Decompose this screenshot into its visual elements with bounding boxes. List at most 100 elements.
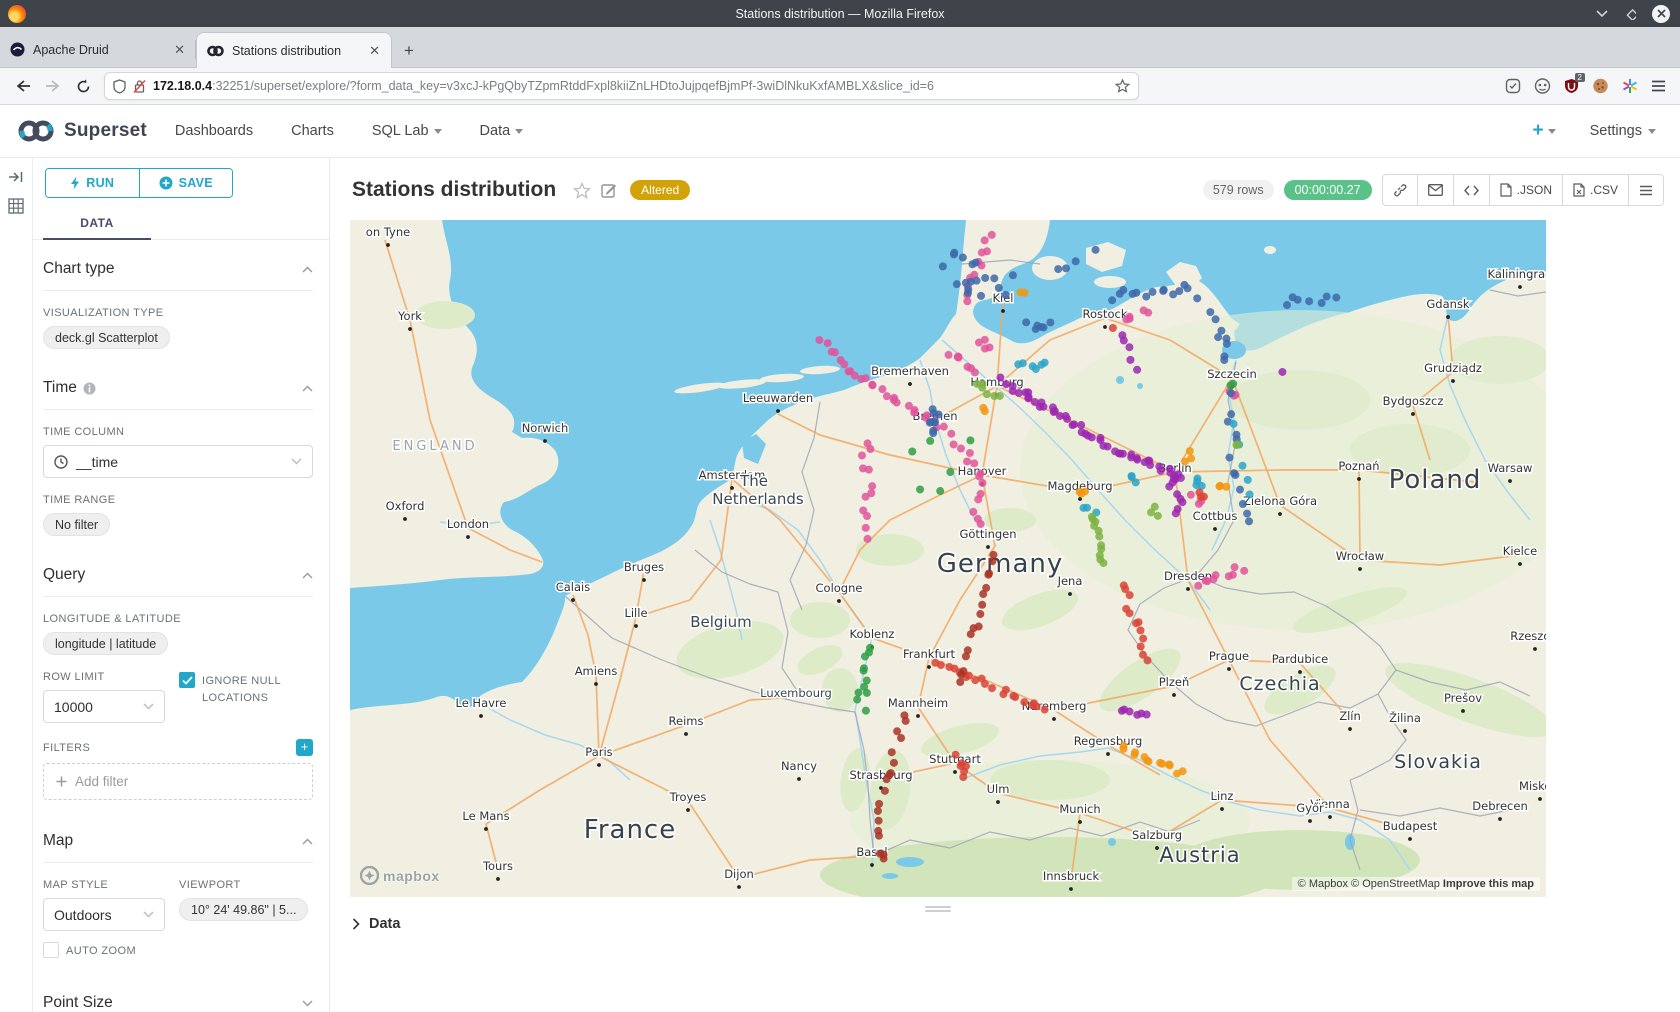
- window-titlebar: Stations distribution — Mozilla Firefox: [0, 0, 1680, 27]
- back-button[interactable]: [8, 72, 38, 100]
- svg-text:Zielona Góra: Zielona Góra: [1243, 494, 1317, 508]
- export-csv-button[interactable]: .CSV: [1562, 175, 1628, 205]
- menu-icon[interactable]: [1651, 80, 1666, 92]
- chevron-down-icon: [291, 458, 302, 465]
- more-options-icon[interactable]: [1628, 175, 1663, 205]
- time-column-select[interactable]: __time: [43, 445, 313, 478]
- embed-code-button[interactable]: [1453, 175, 1489, 205]
- chevron-down-icon: [1548, 129, 1556, 134]
- improve-map-link[interactable]: Improve this map: [1443, 878, 1534, 890]
- druid-favicon: [10, 42, 25, 57]
- svg-text:Le Havre: Le Havre: [456, 696, 507, 710]
- svg-text:Rostock: Rostock: [1082, 307, 1127, 321]
- section-query[interactable]: Query: [43, 546, 313, 597]
- row-limit-select[interactable]: 10000: [43, 690, 165, 723]
- tab-close-icon[interactable]: ✕: [366, 43, 383, 59]
- superset-infinity-icon: [16, 118, 56, 144]
- nav-sql-lab[interactable]: SQL Lab: [372, 123, 442, 139]
- map-attribution[interactable]: © Mapbox © OpenStreetMap Improve this ma…: [1292, 877, 1540, 891]
- tab-data[interactable]: DATA: [43, 208, 151, 230]
- add-new-button[interactable]: +: [1532, 120, 1555, 142]
- svg-text:Le Mans: Le Mans: [462, 809, 509, 823]
- svg-text:ENGLAND: ENGLAND: [392, 439, 477, 454]
- svg-text:Miskolc: Miskolc: [1519, 779, 1546, 793]
- superset-logo[interactable]: Superset: [16, 118, 147, 144]
- add-filter-input[interactable]: Add filter: [43, 763, 313, 800]
- viewport-value[interactable]: 10° 24' 49.86" | 5...: [179, 898, 308, 921]
- deckgl-map[interactable]: on TyneYorkNorwichOxfordLondonLe HavreLe…: [350, 220, 1546, 897]
- section-chart-type[interactable]: Chart type: [43, 240, 313, 291]
- svg-text:Austria: Austria: [1159, 843, 1240, 867]
- section-point-size[interactable]: Point Size: [43, 974, 313, 1012]
- altered-badge[interactable]: Altered: [630, 180, 690, 200]
- svg-text:Gdansk: Gdansk: [1426, 297, 1470, 311]
- superset-favicon: [207, 45, 224, 57]
- url-bar[interactable]: 172.18.0.4:32251/superset/explore/?form_…: [104, 72, 1139, 100]
- tab-strip: Apache Druid ✕ Stations distribution ✕ +: [0, 27, 1680, 68]
- save-button[interactable]: SAVE: [139, 169, 233, 197]
- map-style-select[interactable]: Outdoors: [43, 898, 165, 931]
- lonlat-label: LONGITUDE & LATITUDE: [43, 613, 313, 625]
- favorite-star-icon[interactable]: [573, 182, 591, 199]
- settings-menu[interactable]: Settings: [1590, 123, 1656, 139]
- cookie-extension-icon[interactable]: [1592, 78, 1609, 94]
- svg-text:Salzburg: Salzburg: [1132, 828, 1182, 842]
- pinwheel-extension-icon[interactable]: [1622, 78, 1638, 94]
- mapbox-logo[interactable]: mapbox: [360, 866, 440, 885]
- section-time[interactable]: Time: [43, 359, 313, 410]
- svg-text:Grudziądz: Grudziądz: [1424, 361, 1482, 375]
- export-json-button[interactable]: .JSON: [1489, 175, 1562, 205]
- dataset-grid-icon[interactable]: [8, 198, 24, 214]
- viewport-label: VIEWPORT: [179, 879, 308, 891]
- svg-text:Dijon: Dijon: [724, 867, 754, 881]
- nav-charts[interactable]: Charts: [291, 123, 334, 139]
- pocket-shield-icon[interactable]: [1505, 78, 1521, 94]
- viz-type-value[interactable]: deck.gl Scatterplot: [43, 326, 170, 349]
- edit-properties-icon[interactable]: [601, 182, 617, 198]
- svg-text:Netherlands: Netherlands: [712, 490, 804, 508]
- tab-close-icon[interactable]: ✕: [171, 42, 188, 58]
- lonlat-value[interactable]: longitude | latitude: [43, 632, 168, 655]
- data-panel-expander[interactable]: Data: [352, 916, 400, 932]
- tab-apache-druid[interactable]: Apache Druid ✕: [0, 32, 196, 67]
- forward-button[interactable]: [38, 72, 68, 100]
- time-range-value[interactable]: No filter: [43, 513, 110, 536]
- minimize-icon[interactable]: [1596, 10, 1608, 18]
- collapse-panel-icon[interactable]: [8, 170, 24, 184]
- chevron-right-icon: [352, 918, 360, 930]
- email-button[interactable]: [1417, 175, 1453, 205]
- chevron-down-icon: [515, 129, 523, 134]
- mask-extension-icon[interactable]: [1534, 78, 1551, 94]
- query-timer-badge: 00:00:00.27: [1284, 180, 1372, 200]
- svg-text:Regensburg: Regensburg: [1074, 734, 1143, 748]
- run-button[interactable]: RUN: [46, 169, 139, 197]
- lightning-icon: [70, 176, 80, 190]
- section-map[interactable]: Map: [43, 812, 313, 863]
- browser-toolbar: 172.18.0.4:32251/superset/explore/?form_…: [0, 68, 1680, 105]
- nav-dashboards[interactable]: Dashboards: [175, 123, 253, 139]
- new-tab-button[interactable]: +: [392, 41, 426, 67]
- svg-text:London: London: [447, 517, 489, 531]
- url-text[interactable]: 172.18.0.4:32251/superset/explore/?form_…: [153, 79, 1108, 93]
- bookmark-star-icon[interactable]: [1115, 79, 1130, 93]
- shield-icon[interactable]: [113, 79, 126, 94]
- svg-text:Plzeň: Plzeň: [1159, 675, 1190, 689]
- ublock-icon[interactable]: 2: [1564, 78, 1579, 94]
- resize-grip[interactable]: [925, 904, 951, 914]
- svg-text:Debrecen: Debrecen: [1472, 799, 1527, 813]
- auto-zoom-checkbox[interactable]: [43, 942, 59, 958]
- chevron-up-icon: [302, 385, 313, 392]
- share-link-button[interactable]: [1383, 175, 1417, 205]
- svg-text:Poznań: Poznań: [1338, 459, 1379, 473]
- ignore-null-checkbox[interactable]: [179, 672, 195, 688]
- insecure-lock-icon[interactable]: [133, 79, 146, 94]
- close-icon[interactable]: [1652, 5, 1670, 23]
- svg-text:Szczecin: Szczecin: [1207, 367, 1257, 381]
- svg-text:Bruges: Bruges: [624, 560, 664, 574]
- add-filter-plus-button[interactable]: +: [296, 739, 313, 756]
- tab-stations-distribution[interactable]: Stations distribution ✕: [196, 32, 392, 68]
- nav-data[interactable]: Data: [480, 123, 524, 139]
- maximize-icon[interactable]: [1624, 8, 1636, 20]
- svg-text:Luxembourg: Luxembourg: [760, 686, 832, 700]
- reload-button[interactable]: [68, 72, 98, 100]
